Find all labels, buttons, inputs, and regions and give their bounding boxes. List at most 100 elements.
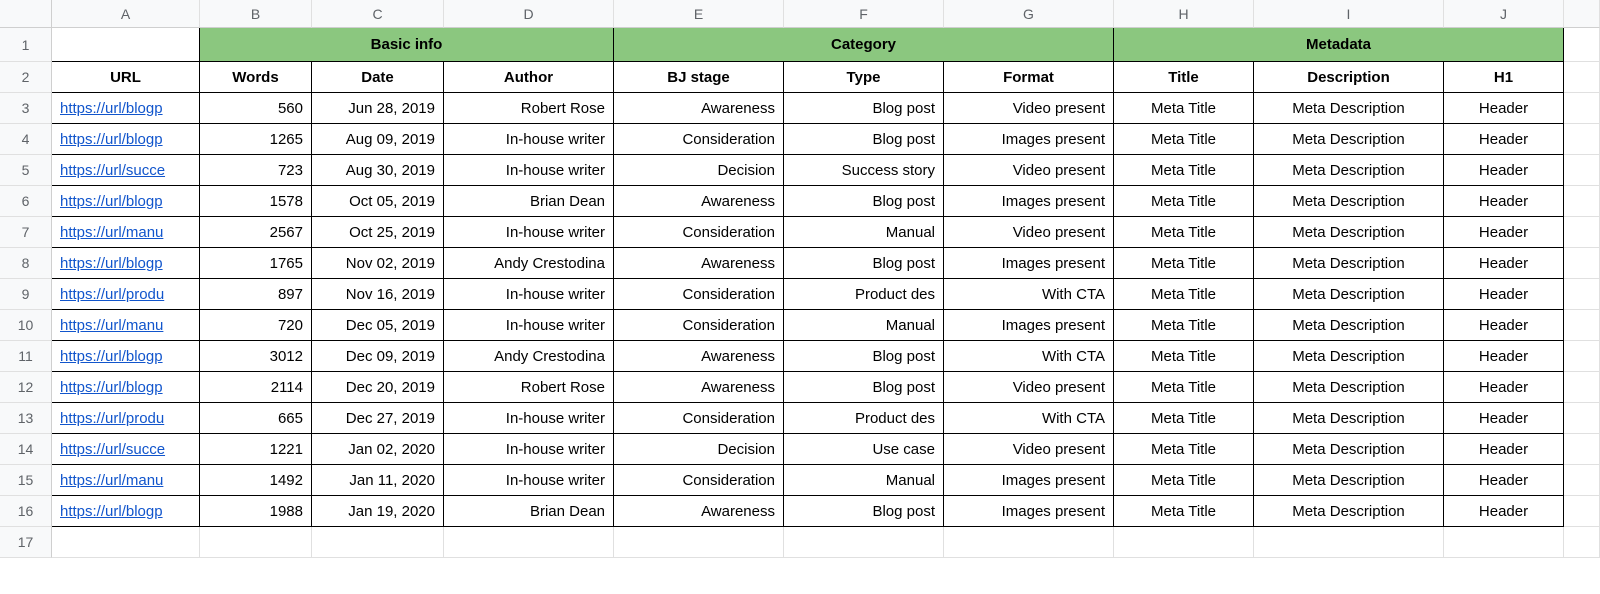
cell-bj-stage[interactable]: Consideration (614, 403, 784, 434)
cell-format[interactable]: Video present (944, 434, 1114, 465)
col-header-D[interactable]: D (444, 0, 614, 28)
cell-words[interactable]: 897 (200, 279, 312, 310)
cell-h1[interactable]: Header (1444, 93, 1564, 124)
cell-h1[interactable]: Header (1444, 279, 1564, 310)
cell-A17[interactable] (52, 527, 200, 558)
row-header[interactable]: 16 (0, 496, 52, 527)
col-header-J[interactable]: J (1444, 0, 1564, 28)
row-header-17[interactable]: 17 (0, 527, 52, 558)
cell-h1[interactable]: Header (1444, 248, 1564, 279)
cell-format[interactable]: Images present (944, 186, 1114, 217)
cell-K1[interactable] (1564, 28, 1600, 62)
group-basic-info[interactable]: Basic info (200, 28, 614, 62)
cell-date[interactable]: Aug 30, 2019 (312, 155, 444, 186)
cell-h1[interactable]: Header (1444, 124, 1564, 155)
cell-title[interactable]: Meta Title (1114, 341, 1254, 372)
cell-description[interactable]: Meta Description (1254, 248, 1444, 279)
cell-blank[interactable] (1564, 217, 1600, 248)
row-header[interactable]: 6 (0, 186, 52, 217)
cell-words[interactable]: 2567 (200, 217, 312, 248)
cell-date[interactable]: Oct 25, 2019 (312, 217, 444, 248)
header-description[interactable]: Description (1254, 62, 1444, 93)
row-header-2[interactable]: 2 (0, 62, 52, 93)
cell-description[interactable]: Meta Description (1254, 279, 1444, 310)
cell-title[interactable]: Meta Title (1114, 155, 1254, 186)
cell-date[interactable]: Nov 16, 2019 (312, 279, 444, 310)
cell-words[interactable]: 665 (200, 403, 312, 434)
cell-blank[interactable] (1564, 93, 1600, 124)
row-header[interactable]: 15 (0, 465, 52, 496)
cell-title[interactable]: Meta Title (1114, 496, 1254, 527)
cell-blank[interactable] (1564, 496, 1600, 527)
row-header[interactable]: 3 (0, 93, 52, 124)
cell-date[interactable]: Oct 05, 2019 (312, 186, 444, 217)
cell-author[interactable]: Brian Dean (444, 186, 614, 217)
cell-words[interactable]: 720 (200, 310, 312, 341)
row-header[interactable]: 12 (0, 372, 52, 403)
cell-description[interactable]: Meta Description (1254, 434, 1444, 465)
header-type[interactable]: Type (784, 62, 944, 93)
cell-author[interactable]: Brian Dean (444, 496, 614, 527)
cell-title[interactable]: Meta Title (1114, 434, 1254, 465)
cell-C17[interactable] (312, 527, 444, 558)
cell-h1[interactable]: Header (1444, 155, 1564, 186)
cell-description[interactable]: Meta Description (1254, 124, 1444, 155)
row-header[interactable]: 9 (0, 279, 52, 310)
cell-description[interactable]: Meta Description (1254, 341, 1444, 372)
cell-type[interactable]: Use case (784, 434, 944, 465)
cell-author[interactable]: In-house writer (444, 434, 614, 465)
cell-format[interactable]: Images present (944, 124, 1114, 155)
col-header-F[interactable]: F (784, 0, 944, 28)
cell-blank[interactable] (1564, 372, 1600, 403)
cell-type[interactable]: Manual (784, 310, 944, 341)
cell-format[interactable]: Images present (944, 310, 1114, 341)
cell-author[interactable]: In-house writer (444, 124, 614, 155)
cell-bj-stage[interactable]: Awareness (614, 496, 784, 527)
header-words[interactable]: Words (200, 62, 312, 93)
cell-url[interactable]: https://url/manu (52, 310, 200, 341)
cell-H17[interactable] (1114, 527, 1254, 558)
cell-title[interactable]: Meta Title (1114, 186, 1254, 217)
cell-date[interactable]: Jan 02, 2020 (312, 434, 444, 465)
col-header-G[interactable]: G (944, 0, 1114, 28)
cell-author[interactable]: In-house writer (444, 465, 614, 496)
row-header[interactable]: 13 (0, 403, 52, 434)
cell-J17[interactable] (1444, 527, 1564, 558)
cell-title[interactable]: Meta Title (1114, 124, 1254, 155)
cell-url[interactable]: https://url/blogp (52, 186, 200, 217)
col-header-E[interactable]: E (614, 0, 784, 28)
row-header[interactable]: 7 (0, 217, 52, 248)
cell-type[interactable]: Product des (784, 279, 944, 310)
cell-url[interactable]: https://url/succe (52, 155, 200, 186)
cell-format[interactable]: Images present (944, 248, 1114, 279)
cell-description[interactable]: Meta Description (1254, 465, 1444, 496)
cell-h1[interactable]: Header (1444, 372, 1564, 403)
cell-date[interactable]: Nov 02, 2019 (312, 248, 444, 279)
cell-blank[interactable] (1564, 124, 1600, 155)
cell-date[interactable]: Jun 28, 2019 (312, 93, 444, 124)
cell-date[interactable]: Aug 09, 2019 (312, 124, 444, 155)
cell-blank[interactable] (1564, 310, 1600, 341)
cell-date[interactable]: Dec 05, 2019 (312, 310, 444, 341)
cell-I17[interactable] (1254, 527, 1444, 558)
cell-E17[interactable] (614, 527, 784, 558)
cell-url[interactable]: https://url/manu (52, 217, 200, 248)
cell-title[interactable]: Meta Title (1114, 248, 1254, 279)
cell-url[interactable]: https://url/manu (52, 465, 200, 496)
cell-type[interactable]: Blog post (784, 496, 944, 527)
cell-blank[interactable] (1564, 186, 1600, 217)
cell-D17[interactable] (444, 527, 614, 558)
row-header[interactable]: 14 (0, 434, 52, 465)
group-metadata[interactable]: Metadata (1114, 28, 1564, 62)
cell-type[interactable]: Blog post (784, 124, 944, 155)
cell-author[interactable]: Robert Rose (444, 372, 614, 403)
cell-description[interactable]: Meta Description (1254, 155, 1444, 186)
col-header-I[interactable]: I (1254, 0, 1444, 28)
cell-url[interactable]: https://url/blogp (52, 372, 200, 403)
cell-url[interactable]: https://url/produ (52, 403, 200, 434)
cell-words[interactable]: 3012 (200, 341, 312, 372)
cell-author[interactable]: Robert Rose (444, 93, 614, 124)
cell-words[interactable]: 1265 (200, 124, 312, 155)
cell-h1[interactable]: Header (1444, 403, 1564, 434)
cell-title[interactable]: Meta Title (1114, 217, 1254, 248)
